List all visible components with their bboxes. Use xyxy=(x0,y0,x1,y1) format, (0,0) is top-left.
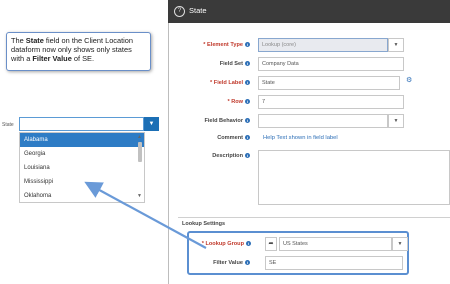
pointer-arrow xyxy=(84,181,207,249)
